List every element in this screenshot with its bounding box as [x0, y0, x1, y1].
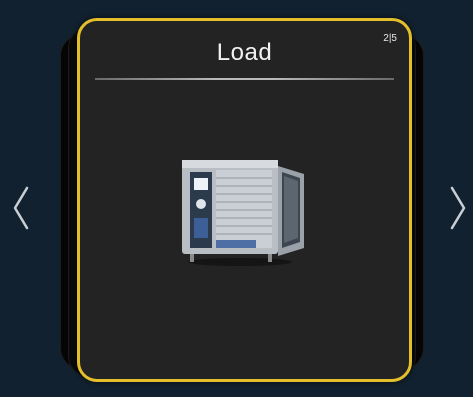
card-title: Load	[216, 39, 273, 66]
step-card[interactable]: Load 2|5	[77, 18, 412, 382]
oven-illustration	[182, 160, 304, 266]
page-indicator: 2|5	[383, 33, 397, 44]
chevron-left-icon	[13, 186, 29, 230]
next-button[interactable]	[445, 180, 471, 236]
title-divider	[95, 78, 394, 80]
previous-button[interactable]	[8, 180, 34, 236]
screen: Load 2|5	[0, 0, 473, 397]
chevron-right-icon	[450, 186, 466, 230]
